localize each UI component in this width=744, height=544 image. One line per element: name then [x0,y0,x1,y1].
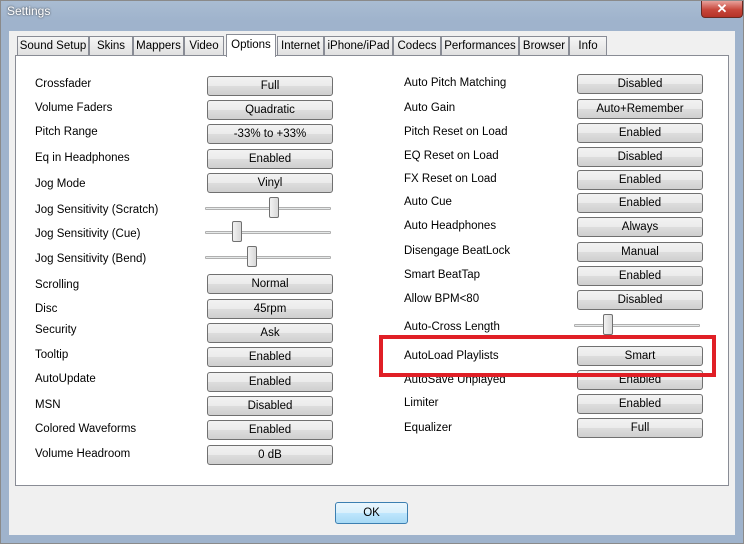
jog-cue-label: Jog Sensitivity (Cue) [35,228,141,240]
autoload-playlists-button[interactable]: Smart [577,346,703,366]
pitch-reset-button[interactable]: Enabled [577,123,703,143]
window-frame-top [1,21,743,31]
smart-beattap-button[interactable]: Enabled [577,266,703,286]
autoupdate-button[interactable]: Enabled [207,372,333,392]
volume-headroom-label: Volume Headroom [35,448,131,460]
colored-waveforms-button[interactable]: Enabled [207,420,333,440]
equalizer-label: Equalizer [404,422,452,434]
jog-bend-label: Jog Sensitivity (Bend) [35,253,147,265]
eq-reset-label: EQ Reset on Load [404,150,499,162]
scrolling-label: Scrolling [35,279,80,291]
fx-reset-button[interactable]: Enabled [577,170,703,190]
eq-reset-button[interactable]: Disabled [577,147,703,167]
disc-button[interactable]: 45rpm [207,299,333,319]
auto-cross-length-label: Auto-Cross Length [404,321,500,333]
auto-cross-length-slider-thumb[interactable] [603,314,613,335]
pitch-range-button[interactable]: -33% to +33% [207,124,333,144]
jog-scratch-label: Jog Sensitivity (Scratch) [35,204,159,216]
msn-label: MSN [35,399,61,411]
ok-button[interactable]: OK [335,502,408,524]
tooltip-label: Tooltip [35,349,69,361]
smart-beattap-label: Smart BeatTap [404,269,481,281]
jog-cue-slider-thumb[interactable] [232,221,242,242]
tab-skins[interactable]: Skins [89,36,133,55]
equalizer-button[interactable]: Full [577,418,703,438]
pitch-range-label: Pitch Range [35,126,98,138]
jog-mode-button[interactable]: Vinyl [207,173,333,193]
colored-waveforms-label: Colored Waveforms [35,423,137,435]
title-bar[interactable]: Settings ✕ [1,1,743,21]
jog-mode-label: Jog Mode [35,178,86,190]
autoupdate-label: AutoUpdate [35,373,96,385]
tab-performances[interactable]: Performances [441,36,519,55]
crossfader-button[interactable]: Full [207,76,333,96]
tab-sound-setup[interactable]: Sound Setup [17,36,89,55]
tab-browser[interactable]: Browser [519,36,569,55]
disc-label: Disc [35,303,58,315]
eq-headphones-button[interactable]: Enabled [207,149,333,169]
tooltip-button[interactable]: Enabled [207,347,333,367]
disengage-beatlock-button[interactable]: Manual [577,242,703,262]
disengage-beatlock-label: Disengage BeatLock [404,245,511,257]
autosave-unplayed-button[interactable]: Enabled [577,370,703,390]
tab-internet[interactable]: Internet [277,36,324,55]
auto-headphones-button[interactable]: Always [577,217,703,237]
volume-faders-label: Volume Faders [35,102,113,114]
security-button[interactable]: Ask [207,323,333,343]
jog-bend-slider-thumb[interactable] [247,246,257,267]
auto-cross-length-slider[interactable] [574,324,700,327]
fx-reset-label: FX Reset on Load [404,173,497,185]
autoload-playlists-label: AutoLoad Playlists [404,350,499,362]
auto-pitch-matching-button[interactable]: Disabled [577,74,703,94]
volume-headroom-button[interactable]: 0 dB [207,445,333,465]
tab-options[interactable]: Options [226,34,276,57]
window-title: Settings [7,4,51,18]
jog-bend-slider[interactable] [205,256,331,259]
auto-gain-label: Auto Gain [404,102,456,114]
tab-mappers[interactable]: Mappers [133,36,184,55]
jog-scratch-slider-thumb[interactable] [269,197,279,218]
auto-gain-button[interactable]: Auto+Remember [577,99,703,119]
tab-info[interactable]: Info [569,36,607,55]
limiter-button[interactable]: Enabled [577,394,703,414]
tab-iphone-ipad[interactable]: iPhone/iPad [324,36,393,55]
eq-headphones-label: Eq in Headphones [35,152,130,164]
limiter-label: Limiter [404,397,439,409]
volume-faders-button[interactable]: Quadratic [207,100,333,120]
window-frame-left [1,21,9,543]
allow-bpm-label: Allow BPM<80 [404,293,480,305]
autosave-unplayed-label: AutoSave Unplayed [404,374,506,386]
window-frame-bottom [1,535,743,543]
close-button[interactable]: ✕ [701,1,743,18]
crossfader-label: Crossfader [35,78,92,90]
scrolling-button[interactable]: Normal [207,274,333,294]
jog-cue-slider[interactable] [205,231,331,234]
auto-pitch-matching-label: Auto Pitch Matching [404,77,507,89]
auto-cue-button[interactable]: Enabled [577,193,703,213]
auto-cue-label: Auto Cue [404,196,452,208]
msn-button[interactable]: Disabled [207,396,333,416]
pitch-reset-label: Pitch Reset on Load [404,126,508,138]
tab-video[interactable]: Video [184,36,224,55]
allow-bpm-button[interactable]: Disabled [577,290,703,310]
security-label: Security [35,324,77,336]
tab-codecs[interactable]: Codecs [393,36,441,55]
jog-scratch-slider[interactable] [205,207,331,210]
auto-headphones-label: Auto Headphones [404,220,497,232]
window-frame-right [735,21,743,543]
